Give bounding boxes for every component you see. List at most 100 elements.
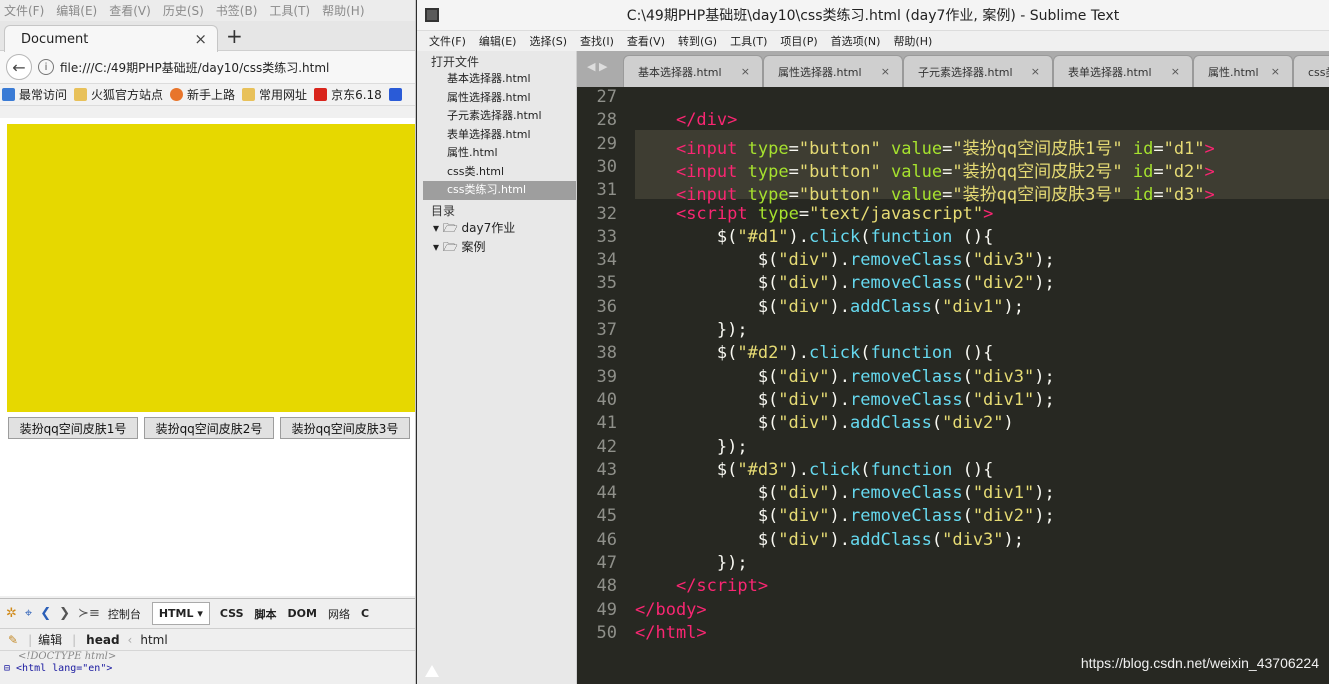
close-icon[interactable]: × bbox=[1271, 65, 1280, 78]
breadcrumb-html[interactable]: html bbox=[140, 633, 167, 647]
bookmark-most-visited[interactable]: 最常访问 bbox=[2, 86, 67, 103]
sidebar-file[interactable]: 属性.html bbox=[417, 144, 576, 163]
sublime-app-icon bbox=[425, 8, 439, 22]
url-text: file:///C:/49期PHP基础班/day10/css类练习.html bbox=[60, 60, 330, 75]
code-line: $("div").removeClass("div3"); bbox=[635, 366, 1055, 387]
editor-tab[interactable]: 属性选择器.html × bbox=[763, 55, 903, 87]
sidebar-file[interactable]: css类.html bbox=[417, 163, 576, 182]
menu-preferences[interactable]: 首选项(N) bbox=[831, 33, 881, 49]
triangle-down-icon: ▾ 🗁 bbox=[433, 239, 462, 254]
sidebar-file[interactable]: 基本选择器.html bbox=[417, 70, 576, 89]
menu-file[interactable]: 文件(F) bbox=[4, 2, 44, 19]
menu-view[interactable]: 查看(V) bbox=[109, 2, 151, 19]
editor-tab[interactable]: 属性.html × bbox=[1193, 55, 1293, 87]
code-line: <input type="button" value="装扮qq空间皮肤1号" … bbox=[675, 138, 1215, 159]
code-editor[interactable]: 27 28 29 30 31 32 33 34 35 36 37 38 39 4… bbox=[577, 87, 1329, 684]
editor-tab[interactable]: 子元素选择器.html × bbox=[903, 55, 1053, 87]
devtools-toolbar: ✲ ⌖ ❮ ❯ ≻≡ 控制台 HTML ▾ CSS 脚本 DOM 网络 C bbox=[0, 599, 415, 629]
close-icon[interactable]: × bbox=[741, 65, 750, 78]
sidebar-file[interactable]: 子元素选择器.html bbox=[417, 107, 576, 126]
folder-label: day7作业 bbox=[461, 220, 516, 235]
code-line: $("div").removeClass("div2"); bbox=[635, 506, 1055, 527]
tab-cookies[interactable]: C bbox=[361, 607, 369, 620]
close-tab-icon[interactable]: × bbox=[194, 30, 207, 48]
edit-button[interactable]: 编辑 bbox=[38, 631, 62, 648]
skin-button-1[interactable]: 装扮qq空间皮肤1号 bbox=[8, 417, 138, 439]
menu-help[interactable]: 帮助(H) bbox=[893, 33, 932, 49]
editor-tab[interactable]: 基本选择器.html × bbox=[623, 55, 763, 87]
bookmarks-toolbar: 最常访问 火狐官方站点 新手上路 常用网址 京东6.18 bbox=[0, 84, 415, 106]
bookmark-baidu[interactable] bbox=[388, 88, 406, 101]
bookmark-jd[interactable]: 京东6.18 bbox=[314, 86, 382, 103]
line-number: 27 bbox=[596, 87, 617, 107]
tab-dom[interactable]: DOM bbox=[288, 607, 317, 620]
jd-icon bbox=[314, 88, 328, 101]
editor-tab[interactable]: css类 bbox=[1293, 55, 1329, 87]
tab-strip: Document × + bbox=[0, 21, 415, 52]
firefox-window: 文件(F) 编辑(E) 查看(V) 历史(S) 书签(B) 工具(T) 帮助(H… bbox=[0, 0, 416, 684]
editor-tab[interactable]: 表单选择器.html × bbox=[1053, 55, 1193, 87]
bookmark-label: 新手上路 bbox=[187, 88, 236, 102]
menu-edit[interactable]: 编辑(E) bbox=[56, 2, 97, 19]
sidebar-file-selected[interactable]: css类练习.html bbox=[423, 181, 576, 200]
arrow-left-icon: ← bbox=[12, 57, 26, 77]
menu-find[interactable]: 查找(I) bbox=[580, 33, 614, 49]
breadcrumb-head[interactable]: head bbox=[86, 633, 119, 647]
menu-bookmarks[interactable]: 书签(B) bbox=[216, 2, 258, 19]
line-number: 30 bbox=[596, 156, 617, 177]
menu-tools[interactable]: 工具(T) bbox=[269, 2, 310, 19]
command-line-icon[interactable]: ≻≡ bbox=[78, 606, 100, 621]
watermark: https://blog.csdn.net/weixin_43706224 bbox=[1080, 655, 1319, 671]
menu-file[interactable]: 文件(F) bbox=[429, 33, 466, 49]
inspect-icon[interactable]: ⌖ bbox=[25, 606, 32, 621]
info-icon[interactable]: i bbox=[38, 59, 54, 75]
menu-project[interactable]: 项目(P) bbox=[780, 33, 817, 49]
tab-network[interactable]: 网络 bbox=[328, 606, 350, 622]
code-line: }); bbox=[635, 436, 748, 457]
folders-header: 目录 bbox=[431, 203, 456, 218]
tab-document[interactable]: Document × bbox=[4, 25, 218, 52]
edit-icon[interactable]: ✎ bbox=[8, 633, 18, 647]
html-node[interactable]: ⊟ <html lang="en"> bbox=[4, 663, 415, 675]
close-icon[interactable]: × bbox=[1171, 65, 1180, 78]
sidebar-folder[interactable]: ▾ 🗁 案例 bbox=[417, 238, 576, 257]
menu-history[interactable]: 历史(S) bbox=[163, 2, 204, 19]
close-icon[interactable]: × bbox=[1031, 65, 1040, 78]
firebug-icon[interactable]: ✲ bbox=[6, 606, 17, 621]
bookmark-common-sites[interactable]: 常用网址 bbox=[242, 86, 307, 103]
bookmark-icon bbox=[2, 88, 15, 101]
tab-script[interactable]: 脚本 bbox=[255, 606, 277, 622]
sidebar-folder[interactable]: ▾ 🗁 day7作业 bbox=[417, 219, 576, 238]
close-icon[interactable]: × bbox=[881, 65, 890, 78]
code-line: </html> bbox=[635, 622, 707, 643]
url-bar[interactable]: i file:///C:/49期PHP基础班/day10/css类练习.html bbox=[38, 55, 415, 79]
tab-scroll-arrows-icon[interactable]: ◀ ▶ bbox=[587, 60, 607, 73]
tab-console[interactable]: 控制台 bbox=[108, 606, 141, 622]
html-tree: <!DOCTYPE html> ⊟ <html lang="en"> bbox=[0, 651, 415, 675]
skin-button-3[interactable]: 装扮qq空间皮肤3号 bbox=[280, 417, 410, 439]
menu-goto[interactable]: 转到(G) bbox=[678, 33, 717, 49]
tab-label: 属性选择器.html bbox=[778, 65, 862, 79]
forward-arrow-icon[interactable]: ❯ bbox=[59, 606, 70, 621]
menu-view[interactable]: 查看(V) bbox=[627, 33, 665, 49]
tab-css[interactable]: CSS bbox=[220, 607, 244, 620]
sidebar-file[interactable]: 表单选择器.html bbox=[417, 126, 576, 145]
menu-edit[interactable]: 编辑(E) bbox=[479, 33, 517, 49]
tab-html[interactable]: HTML ▾ bbox=[151, 602, 210, 625]
menu-selection[interactable]: 选择(S) bbox=[529, 33, 567, 49]
sidebar-file[interactable]: 属性选择器.html bbox=[417, 89, 576, 108]
line-number: 40 bbox=[596, 389, 617, 410]
new-tab-button[interactable]: + bbox=[226, 24, 243, 48]
back-arrow-icon[interactable]: ❮ bbox=[40, 606, 51, 621]
code-line: </div> bbox=[675, 110, 738, 131]
skin-button-2[interactable]: 装扮qq空间皮肤2号 bbox=[144, 417, 274, 439]
menu-help[interactable]: 帮助(H) bbox=[322, 2, 364, 19]
back-button[interactable]: ← bbox=[6, 54, 32, 80]
code-line: </script> bbox=[675, 576, 769, 597]
line-number: 28 bbox=[596, 110, 617, 131]
folder-icon bbox=[74, 88, 88, 101]
bookmark-getting-started[interactable]: 新手上路 bbox=[170, 86, 235, 103]
menu-tools[interactable]: 工具(T) bbox=[730, 33, 767, 49]
bookmark-label: 火狐官方站点 bbox=[91, 88, 164, 102]
bookmark-firefox-official[interactable]: 火狐官方站点 bbox=[74, 86, 163, 103]
